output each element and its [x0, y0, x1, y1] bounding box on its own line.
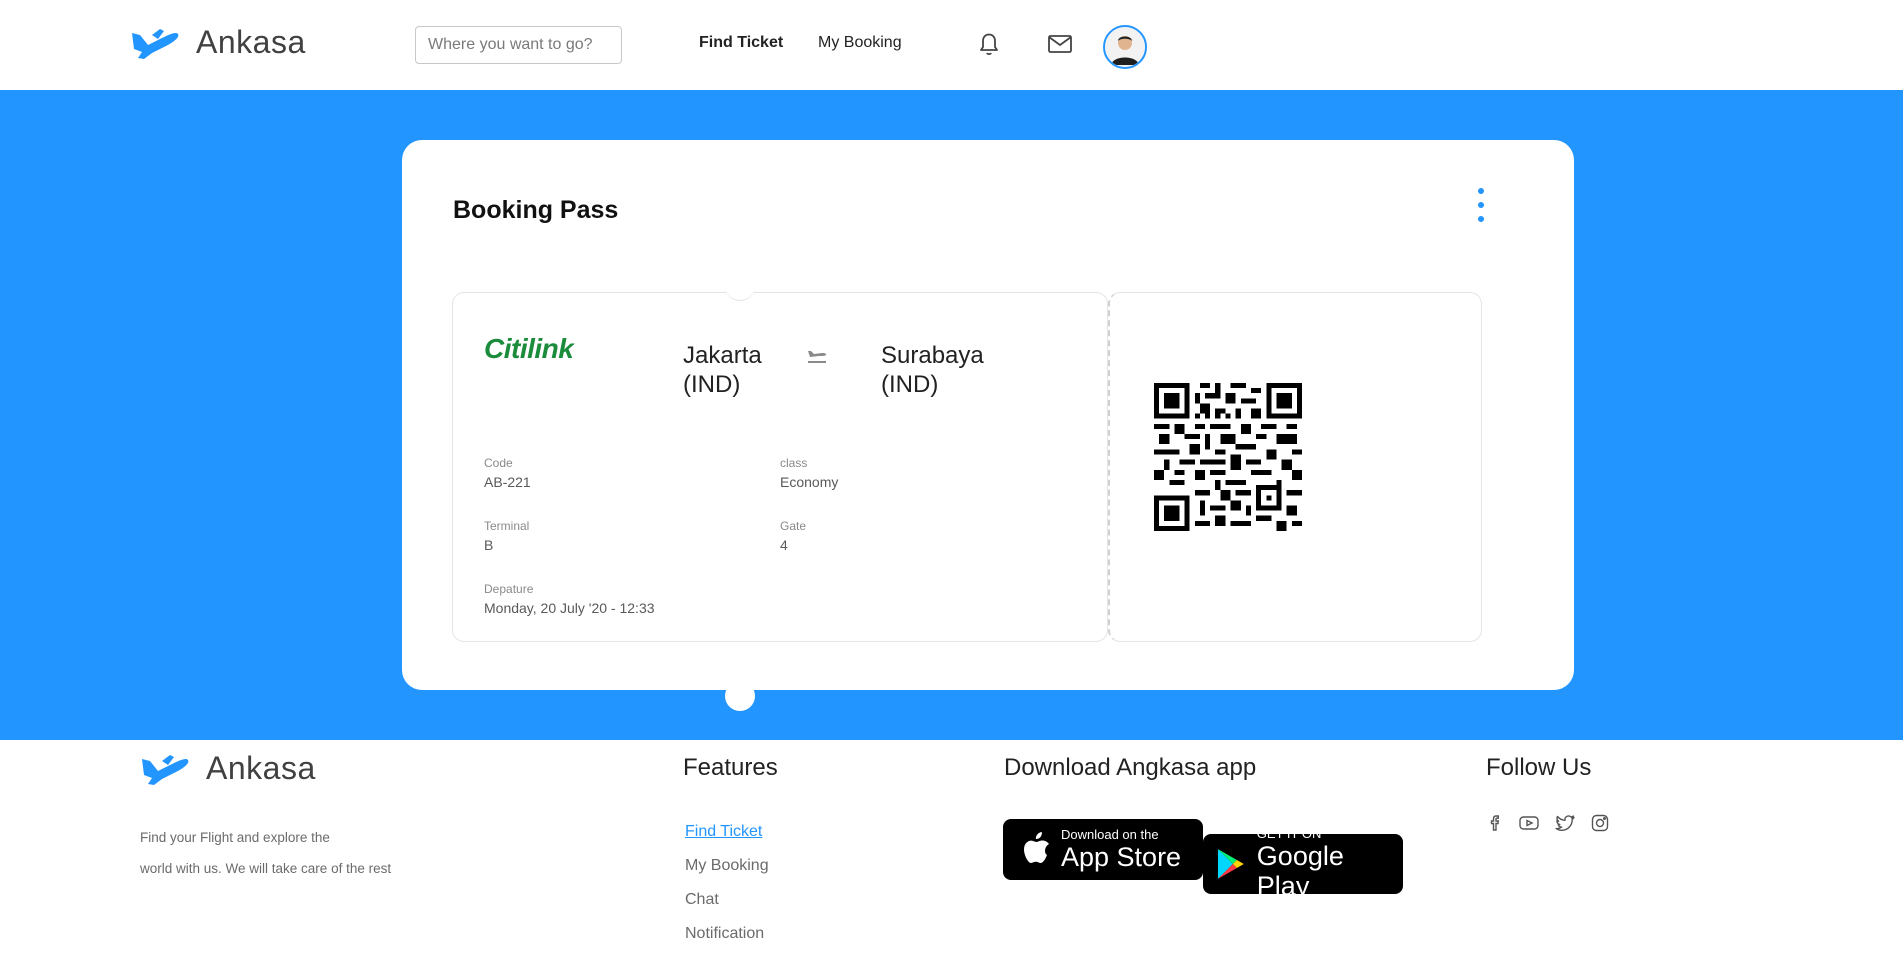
footer-link-find-ticket[interactable]: Find Ticket	[685, 820, 769, 854]
gate-label: Gate	[780, 519, 807, 533]
class-value: Economy	[780, 474, 839, 490]
apple-icon	[1024, 831, 1049, 863]
code-label: Code	[484, 456, 513, 470]
flight-arrow-icon	[808, 351, 827, 363]
nav-find-ticket[interactable]: Find Ticket	[699, 34, 783, 52]
terminal-value: B	[484, 537, 494, 553]
follow-heading: Follow Us	[1486, 754, 1592, 781]
app-store-big: App Store	[1061, 841, 1182, 872]
airline-logo: Citilink	[484, 333, 574, 364]
class-label: class	[780, 456, 808, 470]
footer-brand-name: Ankasa	[206, 750, 316, 786]
ticket-qr-stub	[1108, 292, 1482, 642]
footer-desc-line-2: world with us. We will take care of the …	[140, 861, 392, 876]
google-play-big: Google Play	[1256, 841, 1344, 901]
departure-label: Depature	[484, 582, 534, 596]
facebook-icon[interactable]	[1482, 810, 1508, 836]
origin-city-name: Jakarta	[683, 342, 762, 369]
mail-icon[interactable]	[1044, 28, 1076, 60]
destination-city-name: Surabaya	[881, 342, 984, 369]
nav-my-booking[interactable]: My Booking	[818, 34, 902, 52]
more-options-icon[interactable]	[1474, 188, 1488, 222]
gate-value: 4	[780, 537, 788, 553]
plane-logo-icon	[132, 28, 179, 59]
top-navbar: Ankasa Find Ticket My Booking	[0, 0, 1903, 90]
destination-country: (IND)	[881, 371, 939, 398]
search-input[interactable]	[415, 26, 622, 64]
youtube-icon[interactable]	[1516, 810, 1542, 836]
footer-link-notification[interactable]: Notification	[685, 922, 769, 956]
footer-brand[interactable]: Ankasa	[140, 750, 316, 787]
bell-icon[interactable]	[973, 28, 1005, 60]
code-value: AB-221	[484, 474, 531, 490]
brand[interactable]: Ankasa	[130, 24, 306, 61]
ticket-details: Citilink Jakarta (IND) Surabaya (IND) Co…	[452, 292, 1108, 642]
google-play-button[interactable]: GET IT ON Google Play	[1203, 827, 1403, 901]
footer-desc-line-1: Find your Flight and explore the	[140, 830, 330, 845]
features-heading: Features	[683, 754, 778, 781]
brand-name: Ankasa	[196, 24, 306, 60]
twitter-icon[interactable]	[1552, 810, 1578, 836]
footer-link-my-booking[interactable]: My Booking	[685, 854, 769, 888]
origin-country: (IND)	[683, 371, 741, 398]
ticket-notch-bottom	[725, 681, 755, 711]
google-play-small: GET IT ON	[1256, 826, 1322, 841]
plane-logo-icon	[142, 754, 189, 785]
download-heading: Download Angkasa app	[1004, 754, 1257, 781]
footer-link-chat[interactable]: Chat	[685, 888, 769, 922]
features-list: Find Ticket My Booking Chat Notification	[685, 820, 769, 956]
page-title: Booking Pass	[453, 196, 619, 224]
booking-pass-card: Booking Pass Citilink Jakarta (IND) Sura…	[402, 140, 1574, 711]
app-store-button[interactable]: Download on the App Store	[1003, 819, 1203, 880]
app-store-small: Download on the	[1061, 826, 1159, 842]
instagram-icon[interactable]	[1587, 810, 1613, 836]
terminal-label: Terminal	[484, 519, 530, 533]
departure-value: Monday, 20 July '20 - 12:33	[484, 600, 655, 616]
user-avatar[interactable]	[1103, 25, 1147, 69]
origin-city: Jakarta (IND)	[683, 341, 762, 399]
destination-city: Surabaya (IND)	[881, 341, 984, 399]
qr-code-icon	[1154, 383, 1302, 531]
footer-description: Find your Flight and explore the world w…	[140, 822, 440, 884]
google-play-icon	[1217, 849, 1244, 879]
